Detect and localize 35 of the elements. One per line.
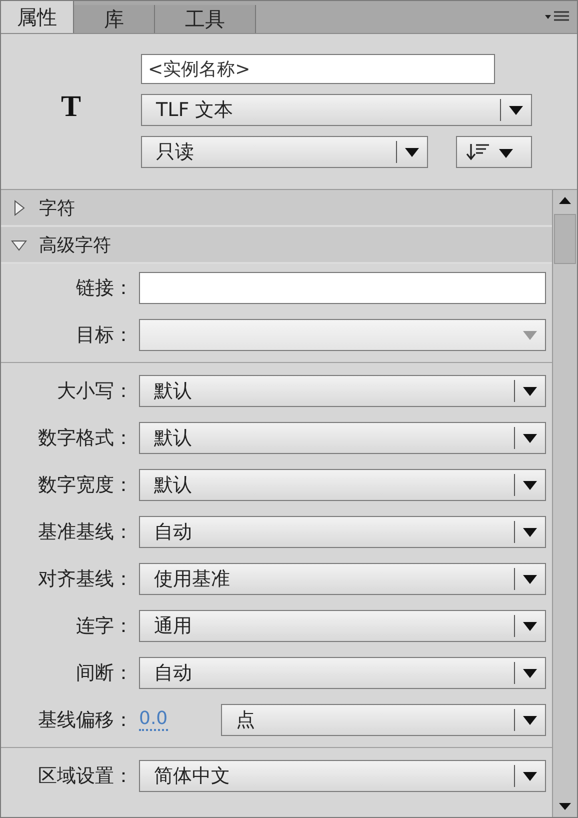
text-tool-symbol: T: [60, 90, 81, 124]
field-label: 链接：: [75, 276, 134, 300]
panel-tab[interactable]: 库: [74, 5, 155, 33]
field-label: 区域设置：: [37, 764, 134, 788]
field-label: 连字：: [75, 614, 134, 638]
behavior-dropdown[interactable]: 只读: [141, 136, 428, 168]
section-header[interactable]: 字符: [1, 190, 552, 227]
property-dropdown[interactable]: 自动: [139, 516, 546, 548]
field-label: 大小写：: [56, 378, 134, 404]
field-label: 对齐基线：: [37, 566, 134, 592]
panel-tab[interactable]: 工具: [155, 5, 256, 33]
field-label: 基准基线：: [37, 520, 134, 544]
field-label: 目标：: [75, 322, 134, 348]
field-label: 数字宽度：: [37, 472, 134, 498]
orientation-button[interactable]: [456, 136, 532, 168]
property-dropdown[interactable]: 默认: [139, 374, 546, 406]
property-dropdown[interactable]: 自动: [139, 656, 546, 688]
menu-icon[interactable]: [543, 10, 571, 24]
property-dropdown[interactable]: 通用: [139, 610, 546, 642]
field-label: 基线偏移：: [37, 708, 134, 732]
link-field[interactable]: [139, 272, 546, 304]
panel-tab[interactable]: 属性: [1, 1, 74, 33]
property-dropdown[interactable]: 默认: [139, 422, 546, 454]
field-label: 数字格式：: [37, 426, 134, 450]
text-type-dropdown[interactable]: TLF 文本: [141, 94, 532, 126]
unit-dropdown[interactable]: 点: [221, 704, 546, 736]
property-dropdown[interactable]: 默认: [139, 468, 546, 500]
instance-name-field[interactable]: <实例名称>: [141, 54, 495, 84]
field-label: 间断：: [75, 660, 134, 686]
section-title: 高级字符: [39, 234, 111, 256]
property-dropdown[interactable]: 使用基准: [139, 562, 546, 594]
section-title: 字符: [39, 196, 75, 220]
section-header[interactable]: 高级字符: [1, 227, 552, 264]
scroll-thumb[interactable]: [554, 214, 576, 264]
locale-dropdown[interactable]: 简体中文: [139, 760, 546, 792]
